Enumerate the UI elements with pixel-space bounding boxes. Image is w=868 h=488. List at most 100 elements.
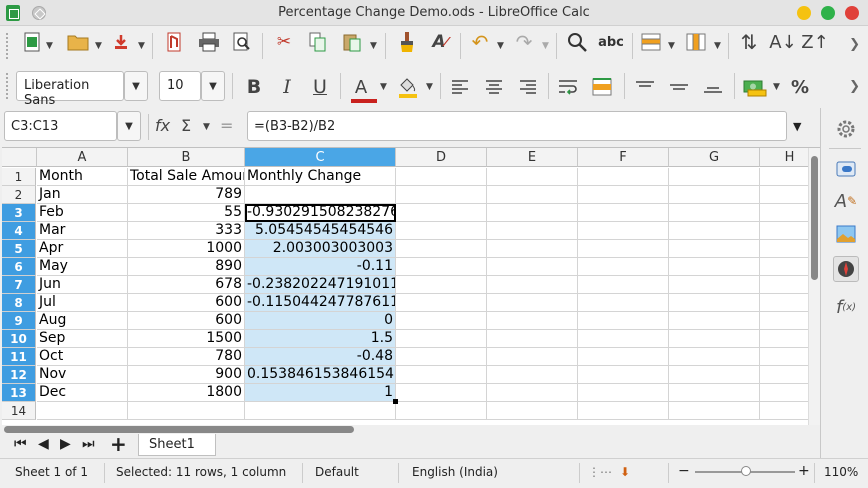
print-preview-icon[interactable] — [228, 27, 256, 57]
cell-c8[interactable]: -0.115044247787611 — [245, 294, 396, 312]
zoom-out-icon[interactable]: − — [678, 463, 690, 479]
cell-f8[interactable] — [578, 294, 669, 312]
open-dropdown-icon[interactable]: ▼ — [95, 41, 102, 51]
cell-g12[interactable] — [669, 366, 760, 384]
row-header[interactable]: 7 — [2, 276, 36, 294]
new-dropdown-icon[interactable]: ▼ — [46, 41, 53, 51]
italic-icon[interactable]: I — [273, 72, 301, 102]
cell-g5[interactable] — [669, 240, 760, 258]
page-style-status[interactable]: Default — [315, 465, 359, 479]
cell-d13[interactable] — [396, 384, 487, 402]
last-sheet-icon[interactable]: ⏭ — [82, 436, 95, 452]
first-sheet-icon[interactable]: ⏮ — [14, 436, 27, 452]
row-header[interactable]: 2 — [2, 186, 36, 204]
toolbar-handle[interactable] — [6, 33, 10, 59]
cell-c13[interactable]: 1 — [245, 384, 396, 402]
font-color-icon[interactable]: A — [346, 72, 377, 103]
row-icon[interactable] — [637, 27, 665, 57]
cell-g10[interactable] — [669, 330, 760, 348]
column-icon[interactable] — [682, 27, 710, 57]
cell-f2[interactable] — [578, 186, 669, 204]
row-header[interactable]: 4 — [2, 222, 36, 240]
column-header-b[interactable]: B — [128, 148, 245, 167]
zoom-in-icon[interactable]: + — [798, 463, 810, 479]
language-status[interactable]: English (India) — [412, 465, 498, 479]
font-name-box[interactable]: Liberation Sans — [16, 71, 124, 108]
spreadsheet-grid[interactable]: A B C D E F G H 1 Month Total Sale Amount M… — [2, 147, 820, 425]
cell-d3[interactable] — [396, 204, 487, 222]
underline-icon[interactable]: U — [306, 72, 334, 102]
formula-equals-icon[interactable]: = — [220, 116, 233, 135]
cut-icon[interactable]: ✂ — [268, 27, 300, 57]
row-dropdown-icon[interactable]: ▼ — [668, 41, 675, 51]
new-document-icon[interactable] — [18, 27, 46, 57]
sidebar-settings-icon[interactable] — [833, 116, 859, 142]
redo-dropdown-icon[interactable]: ▼ — [542, 41, 549, 51]
cell-d2[interactable] — [396, 186, 487, 204]
cell-d5[interactable] — [396, 240, 487, 258]
cell-e12[interactable] — [487, 366, 578, 384]
cell-b1[interactable]: Total Sale Amount — [128, 168, 245, 186]
paste-icon[interactable] — [337, 27, 367, 57]
cell-f6[interactable] — [578, 258, 669, 276]
cell-e7[interactable] — [487, 276, 578, 294]
cell-d12[interactable] — [396, 366, 487, 384]
row-header[interactable]: 13 — [2, 384, 36, 402]
cell-b11[interactable]: 780 — [128, 348, 245, 366]
sheet-tab-sheet1[interactable]: Sheet1 — [138, 434, 216, 456]
cell-a4[interactable]: Mar — [37, 222, 128, 240]
currency-dropdown-icon[interactable]: ▼ — [773, 82, 780, 92]
undo-dropdown-icon[interactable]: ▼ — [497, 41, 504, 51]
row-header[interactable]: 1 — [2, 168, 36, 186]
column-header-f[interactable]: F — [578, 148, 669, 167]
vertical-scroll-thumb[interactable] — [811, 156, 818, 280]
cell-d11[interactable] — [396, 348, 487, 366]
font-color-dropdown-icon[interactable]: ▼ — [380, 82, 387, 92]
cell-f3[interactable] — [578, 204, 669, 222]
sidebar-functions-icon[interactable]: f (x) — [833, 294, 859, 320]
cell-b6[interactable]: 890 — [128, 258, 245, 276]
minimize-button[interactable] — [797, 6, 811, 20]
cell-c14[interactable] — [245, 402, 396, 420]
cell-b12[interactable]: 900 — [128, 366, 245, 384]
cell-g8[interactable] — [669, 294, 760, 312]
cell-e14[interactable] — [487, 402, 578, 420]
highlight-color-icon[interactable] — [393, 72, 423, 102]
cell-g11[interactable] — [669, 348, 760, 366]
close-button[interactable] — [845, 6, 859, 20]
name-box-dropdown-icon[interactable]: ▼ — [117, 111, 141, 141]
cell-d4[interactable] — [396, 222, 487, 240]
save-icon[interactable] — [108, 27, 134, 57]
column-header-a[interactable]: A — [37, 148, 128, 167]
cell-f12[interactable] — [578, 366, 669, 384]
cell-f11[interactable] — [578, 348, 669, 366]
cell-f13[interactable] — [578, 384, 669, 402]
align-left-icon[interactable] — [446, 72, 474, 102]
cell-e5[interactable] — [487, 240, 578, 258]
cell-g9[interactable] — [669, 312, 760, 330]
cell-c7[interactable]: -0.238202247191011 — [245, 276, 396, 294]
cell-c4[interactable]: 5.05454545454546 — [245, 222, 396, 240]
cell-f7[interactable] — [578, 276, 669, 294]
cell-c10[interactable]: 1.5 — [245, 330, 396, 348]
cell-f5[interactable] — [578, 240, 669, 258]
cell-e13[interactable] — [487, 384, 578, 402]
cell-f4[interactable] — [578, 222, 669, 240]
function-wizard-icon[interactable]: fx — [155, 116, 170, 135]
copy-icon[interactable] — [303, 27, 333, 57]
cell-f9[interactable] — [578, 312, 669, 330]
font-size-box[interactable]: 10 — [159, 71, 201, 101]
align-bottom-icon[interactable] — [698, 72, 728, 102]
export-pdf-icon[interactable] — [160, 27, 188, 57]
toolbar-overflow-icon[interactable]: ❯ — [849, 37, 860, 52]
cell-b14[interactable] — [128, 402, 245, 420]
next-sheet-icon[interactable]: ▶ — [60, 436, 71, 452]
open-folder-icon[interactable] — [62, 27, 94, 57]
font-size-dropdown-icon[interactable]: ▼ — [201, 71, 225, 101]
center-vertically-icon[interactable] — [664, 72, 694, 102]
cell-a7[interactable]: Jun — [37, 276, 128, 294]
cell-a1[interactable]: Month — [37, 168, 128, 186]
row-header[interactable]: 12 — [2, 366, 36, 384]
cell-b13[interactable]: 1800 — [128, 384, 245, 402]
sidebar-navigator-icon[interactable] — [833, 256, 859, 282]
